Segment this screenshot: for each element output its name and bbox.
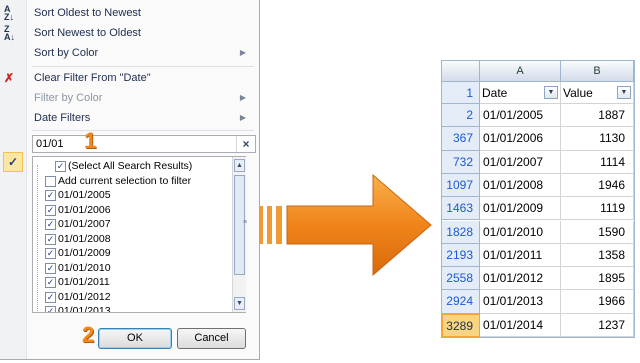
- date-cell[interactable]: 01/01/2005: [480, 104, 561, 128]
- date-header-label: Date: [482, 86, 508, 100]
- row-header[interactable]: 367: [442, 127, 480, 151]
- list-item-label: (Select All Search Results): [68, 160, 193, 172]
- row-header[interactable]: 2558: [442, 267, 480, 291]
- row-header[interactable]: 1828: [442, 220, 480, 244]
- row-header[interactable]: 1097: [442, 173, 480, 198]
- value-cell[interactable]: 1895: [561, 267, 634, 291]
- date-filters-label: Date Filters: [34, 112, 91, 124]
- row-header[interactable]: 2924: [442, 290, 480, 314]
- clear-filter-icon: ✗: [4, 71, 15, 85]
- checkbox[interactable]: ✓: [45, 306, 56, 312]
- sort-by-color-item[interactable]: Sort by Color ▶: [0, 42, 258, 64]
- list-item-label: 01/01/2006: [58, 203, 111, 216]
- submenu-arrow-icon: ▶: [239, 48, 246, 57]
- search-input-value: 01/01: [36, 138, 64, 150]
- value-cell[interactable]: 1887: [561, 104, 634, 128]
- checkbox[interactable]: [45, 175, 56, 187]
- check-icon: ✓: [3, 152, 23, 172]
- date-cell[interactable]: 01/01/2011: [480, 243, 561, 268]
- step-1-badge: 1: [84, 128, 97, 153]
- filter-dropdown-icon[interactable]: ▼: [617, 86, 631, 99]
- sort-ascending-icon: A Z↓: [4, 4, 14, 22]
- step-2-badge: 2: [82, 322, 95, 347]
- row-header[interactable]: 2193: [442, 243, 480, 268]
- scroll-up-icon[interactable]: ▲: [234, 159, 245, 172]
- value-header-label: Value: [563, 86, 593, 100]
- filter-by-color-item[interactable]: Filter by Color ▶: [0, 87, 258, 109]
- ok-button[interactable]: OK: [98, 328, 172, 349]
- list-item-label: 01/01/2010: [58, 261, 111, 274]
- sort-oldest-to-newest-item[interactable]: A Z↓ Sort Oldest to Newest: [0, 2, 258, 24]
- autofilter-menu: A Z↓ Sort Oldest to Newest Z A↓ Sort Newes…: [0, 0, 260, 360]
- submenu-arrow-icon: ▶: [239, 113, 246, 122]
- clear-search-icon[interactable]: ×: [236, 136, 255, 152]
- spreadsheet: A B 1 Date ▼ Value ▼ 2 01/01/2005 1887 367 0…: [441, 60, 635, 338]
- row-header[interactable]: 3289: [442, 313, 480, 337]
- tree-line: [37, 165, 38, 312]
- filter-value-list: ✓ (Select All Search Results) Add current …: [32, 156, 246, 313]
- date-cell[interactable]: 01/01/2007: [480, 150, 561, 174]
- column-header-a[interactable]: A: [480, 61, 561, 82]
- scroll-down-icon[interactable]: ▼: [234, 297, 245, 310]
- value-cell[interactable]: 1114: [561, 150, 634, 174]
- checkbox[interactable]: ✓: [45, 291, 56, 303]
- value-cell[interactable]: 1590: [561, 220, 634, 244]
- sort-descending-icon: Z A↓: [4, 24, 15, 42]
- checkbox[interactable]: ✓: [45, 233, 56, 245]
- scroll-grip-icon: ≡: [243, 219, 248, 226]
- search-input[interactable]: 01/01 ×: [32, 135, 256, 153]
- date-cell[interactable]: 01/01/2010: [480, 220, 561, 244]
- date-filters-item[interactable]: Date Filters ▶: [0, 107, 258, 129]
- menu-separator: [32, 130, 254, 131]
- list-scrollbar[interactable]: ▲ ≡ ▼: [232, 157, 248, 312]
- clear-filter-item[interactable]: ✗ Clear Filter From "Date": [0, 67, 258, 89]
- list-item-label: 01/01/2005: [58, 189, 111, 201]
- checkbox[interactable]: ✓: [45, 248, 56, 259]
- value-cell[interactable]: 1130: [561, 127, 634, 151]
- value-cell[interactable]: 1119: [561, 197, 634, 221]
- filter-by-color-label: Filter by Color: [34, 92, 103, 104]
- sort-newest-to-oldest-item[interactable]: Z A↓ Sort Newest to Oldest: [0, 22, 258, 44]
- checkbox[interactable]: ✓: [45, 204, 56, 216]
- sort-newest-label: Sort Newest to Oldest: [34, 27, 141, 39]
- date-cell[interactable]: 01/01/2013: [480, 290, 561, 314]
- filter-applied-icon[interactable]: ▼: [544, 86, 558, 99]
- sort-oldest-label: Sort Oldest to Newest: [34, 7, 141, 19]
- value-cell[interactable]: 1237: [561, 313, 634, 337]
- date-cell[interactable]: 01/01/2009: [480, 197, 561, 221]
- right-arrow-icon: [259, 173, 432, 277]
- date-cell[interactable]: 01/01/2008: [480, 173, 561, 198]
- select-all-corner[interactable]: [442, 61, 480, 82]
- clear-filter-label: Clear Filter From "Date": [34, 72, 151, 84]
- cancel-button[interactable]: Cancel: [177, 328, 246, 349]
- list-item-label: 01/01/2011: [58, 276, 110, 288]
- list-item-label: Add current selection to filter: [58, 174, 192, 187]
- row-header[interactable]: 2: [442, 104, 480, 128]
- value-cell[interactable]: 1966: [561, 290, 634, 314]
- list-item-label: 01/01/2008: [58, 232, 111, 245]
- value-cell[interactable]: 1358: [561, 243, 634, 268]
- row-header[interactable]: 732: [442, 150, 480, 174]
- checkbox[interactable]: ✓: [45, 190, 56, 201]
- row-header[interactable]: 1: [442, 82, 480, 104]
- list-item-label: 01/01/2007: [58, 218, 111, 230]
- value-cell[interactable]: 1946: [561, 173, 634, 198]
- checkbox[interactable]: ✓: [45, 262, 56, 274]
- checkbox[interactable]: ✓: [45, 277, 56, 288]
- checkbox[interactable]: ✓: [45, 219, 56, 230]
- row-header[interactable]: 1463: [442, 197, 480, 221]
- submenu-arrow-icon: ▶: [239, 93, 246, 102]
- list-item-label: 01/01/2009: [58, 247, 111, 259]
- date-cell[interactable]: 01/01/2014: [480, 313, 561, 337]
- checkbox[interactable]: ✓: [55, 161, 66, 172]
- date-cell[interactable]: 01/01/2012: [480, 267, 561, 291]
- date-cell[interactable]: 01/01/2006: [480, 127, 561, 151]
- sort-by-color-label: Sort by Color: [34, 47, 99, 59]
- column-header-b[interactable]: B: [561, 61, 634, 82]
- list-item-label: 01/01/2013: [58, 305, 111, 313]
- list-item-label: 01/01/2012: [58, 290, 111, 303]
